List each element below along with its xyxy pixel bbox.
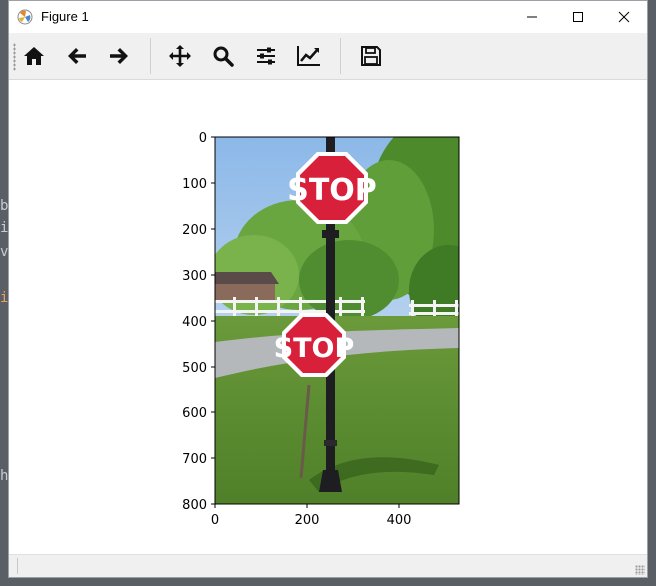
y-tick-label: 100 <box>182 177 207 192</box>
maximize-button[interactable] <box>555 1 601 32</box>
x-tick-label: 0 <box>211 513 219 528</box>
window-controls <box>509 1 647 32</box>
forward-button[interactable] <box>102 39 136 73</box>
toolbar-grip[interactable] <box>13 43 16 71</box>
y-tick-label: 800 <box>182 498 207 513</box>
close-icon <box>618 11 630 22</box>
photo-image: STOP STOP <box>215 137 459 504</box>
stop-sign-top-text: STOP <box>287 173 377 208</box>
y-tick-label: 600 <box>182 406 207 421</box>
y-tick-label: 700 <box>182 452 207 467</box>
figure-window: Figure 1 STOP STOP 0 100 200 300 400 500… <box>8 0 648 578</box>
figure-canvas[interactable]: STOP STOP 0 100 200 300 400 500 600 700 … <box>9 80 647 556</box>
home-button[interactable] <box>17 39 51 73</box>
y-tick-label: 300 <box>182 269 207 284</box>
zoom-button[interactable] <box>206 39 240 73</box>
save-icon <box>361 46 381 66</box>
x-tick-label: 200 <box>295 513 320 528</box>
save-button[interactable] <box>354 39 388 73</box>
status-separator <box>17 558 18 574</box>
maximize-icon <box>573 11 583 22</box>
title-bar: Figure 1 <box>9 1 647 32</box>
matplotlib-icon <box>17 9 33 24</box>
zoom-icon <box>213 46 234 67</box>
y-axis <box>211 136 215 505</box>
toolbar-separator <box>340 38 341 74</box>
chart-line-icon <box>297 46 320 66</box>
subplots-button[interactable] <box>249 39 283 73</box>
minimize-button[interactable] <box>509 1 555 32</box>
arrow-left-icon <box>68 48 86 64</box>
status-bar <box>9 554 647 577</box>
window-title: Figure 1 <box>41 9 89 24</box>
plot-area: STOP STOP 0 100 200 300 400 500 600 700 … <box>182 131 460 528</box>
home-icon <box>24 47 44 65</box>
toolbar-separator <box>150 38 151 74</box>
y-tick-label: 200 <box>182 223 207 238</box>
y-tick-label: 400 <box>182 315 207 330</box>
move-icon <box>169 45 191 67</box>
back-button[interactable] <box>60 39 94 73</box>
x-axis <box>214 504 400 508</box>
resize-grip[interactable] <box>635 565 645 575</box>
arrow-right-icon <box>110 48 128 64</box>
navigation-toolbar <box>9 33 647 80</box>
stop-sign-bottom-text: STOP <box>274 333 355 364</box>
sliders-icon <box>257 47 275 65</box>
close-button[interactable] <box>601 1 647 32</box>
y-tick-label: 500 <box>182 361 207 376</box>
pan-button[interactable] <box>163 39 197 73</box>
minimize-icon <box>527 16 537 17</box>
edit-axes-button[interactable] <box>292 39 326 73</box>
x-tick-label: 400 <box>387 513 412 528</box>
y-tick-label: 0 <box>199 131 207 146</box>
